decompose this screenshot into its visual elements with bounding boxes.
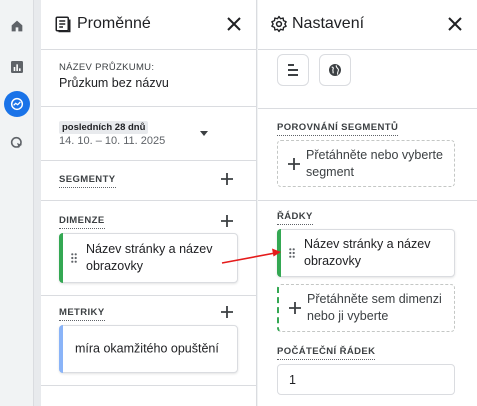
divider	[41, 160, 256, 161]
drag-handle-icon[interactable]	[289, 248, 295, 258]
dimension-accent-bar	[59, 233, 63, 283]
plus-icon	[289, 302, 301, 314]
geo-button[interactable]	[319, 54, 351, 86]
reports-icon[interactable]	[4, 54, 30, 80]
row-dropzone[interactable]: Přetáhněte sem dimenzi nebo ji vyberte	[277, 284, 455, 332]
advertising-icon[interactable]	[4, 130, 30, 156]
survey-name-label: NÁZEV PRŮZKUMU:	[59, 62, 155, 73]
date-range-label: posledních 28 dnů	[59, 121, 149, 134]
segment-dropzone[interactable]: Přetáhněte nebo vyberte segment	[277, 140, 455, 187]
app-root: Proměnné NÁZEV PRŮZKUMU: Průzkum bez náz…	[0, 0, 477, 406]
start-row-label: POČÁTEČNÍ ŘÁDEK	[277, 346, 376, 360]
start-row-input[interactable]: 1	[277, 364, 455, 395]
dimension-chip-label: Název stránky a název obrazovky	[86, 242, 213, 273]
settings-panel: Nastavení POROVNÁNÍ SEGMENTŮ Přetáhněte …	[258, 0, 477, 406]
row-dimension-chip-label: Název stránky a název obrazovky	[304, 237, 431, 268]
explore-icon[interactable]	[4, 91, 30, 117]
divider	[41, 295, 256, 296]
divider	[258, 200, 477, 201]
metric-chip[interactable]: míra okamžitého opuštění	[59, 325, 238, 373]
row-dropzone-text: Přetáhněte sem dimenzi nebo ji vyberte	[307, 292, 442, 323]
variables-panel-title: Proměnné	[77, 15, 151, 32]
add-dimension-plus-icon[interactable]	[220, 214, 234, 228]
add-metric-plus-icon[interactable]	[220, 305, 234, 319]
segments-label: SEGMENTY	[59, 174, 116, 188]
segment-comparison-label: POROVNÁNÍ SEGMENTŮ	[277, 122, 399, 136]
row-dimension-chip[interactable]: Název stránky a název obrazovky	[277, 229, 455, 277]
divider	[41, 106, 256, 107]
start-row-value: 1	[289, 372, 296, 387]
metrics-label: METRIKY	[59, 307, 105, 321]
survey-name[interactable]: Průzkum bez názvu	[59, 76, 169, 90]
dropdown-caret-icon[interactable]	[200, 131, 208, 137]
variables-panel: Proměnné NÁZEV PRŮZKUMU: Průzkum bez náz…	[41, 0, 257, 406]
panel-gap	[34, 0, 41, 406]
divider	[41, 200, 256, 201]
metric-accent-bar	[59, 325, 63, 373]
globe-icon	[329, 64, 341, 76]
drag-handle-icon[interactable]	[71, 253, 77, 263]
variables-icon	[55, 16, 71, 33]
variables-panel-header: Proměnné	[41, 0, 256, 50]
metric-chip-label: míra okamžitého opuštění	[75, 341, 219, 356]
divider	[41, 385, 256, 386]
home-icon[interactable]	[4, 13, 30, 39]
close-icon[interactable]	[447, 16, 463, 32]
close-icon[interactable]	[226, 16, 242, 32]
dimension-chip[interactable]: Název stránky a název obrazovky	[59, 233, 238, 283]
plus-icon	[288, 157, 300, 170]
add-segment-plus-icon[interactable]	[220, 172, 234, 186]
gear-icon	[271, 15, 287, 33]
divider	[258, 108, 477, 109]
table-format-button[interactable]	[277, 54, 309, 86]
segment-dropzone-text: Přetáhněte nebo vyberte segment	[306, 147, 443, 179]
settings-panel-header: Nastavení	[258, 0, 477, 50]
settings-panel-title: Nastavení	[292, 15, 365, 32]
dimension-accent-bar	[277, 229, 281, 277]
table-format-icon	[288, 64, 298, 76]
dimensions-label: DIMENZE	[59, 215, 105, 229]
rows-label: ŘÁDKY	[277, 211, 313, 225]
date-range[interactable]: 14. 10. – 10. 11. 2025	[59, 135, 165, 147]
nav-rail	[0, 0, 34, 406]
